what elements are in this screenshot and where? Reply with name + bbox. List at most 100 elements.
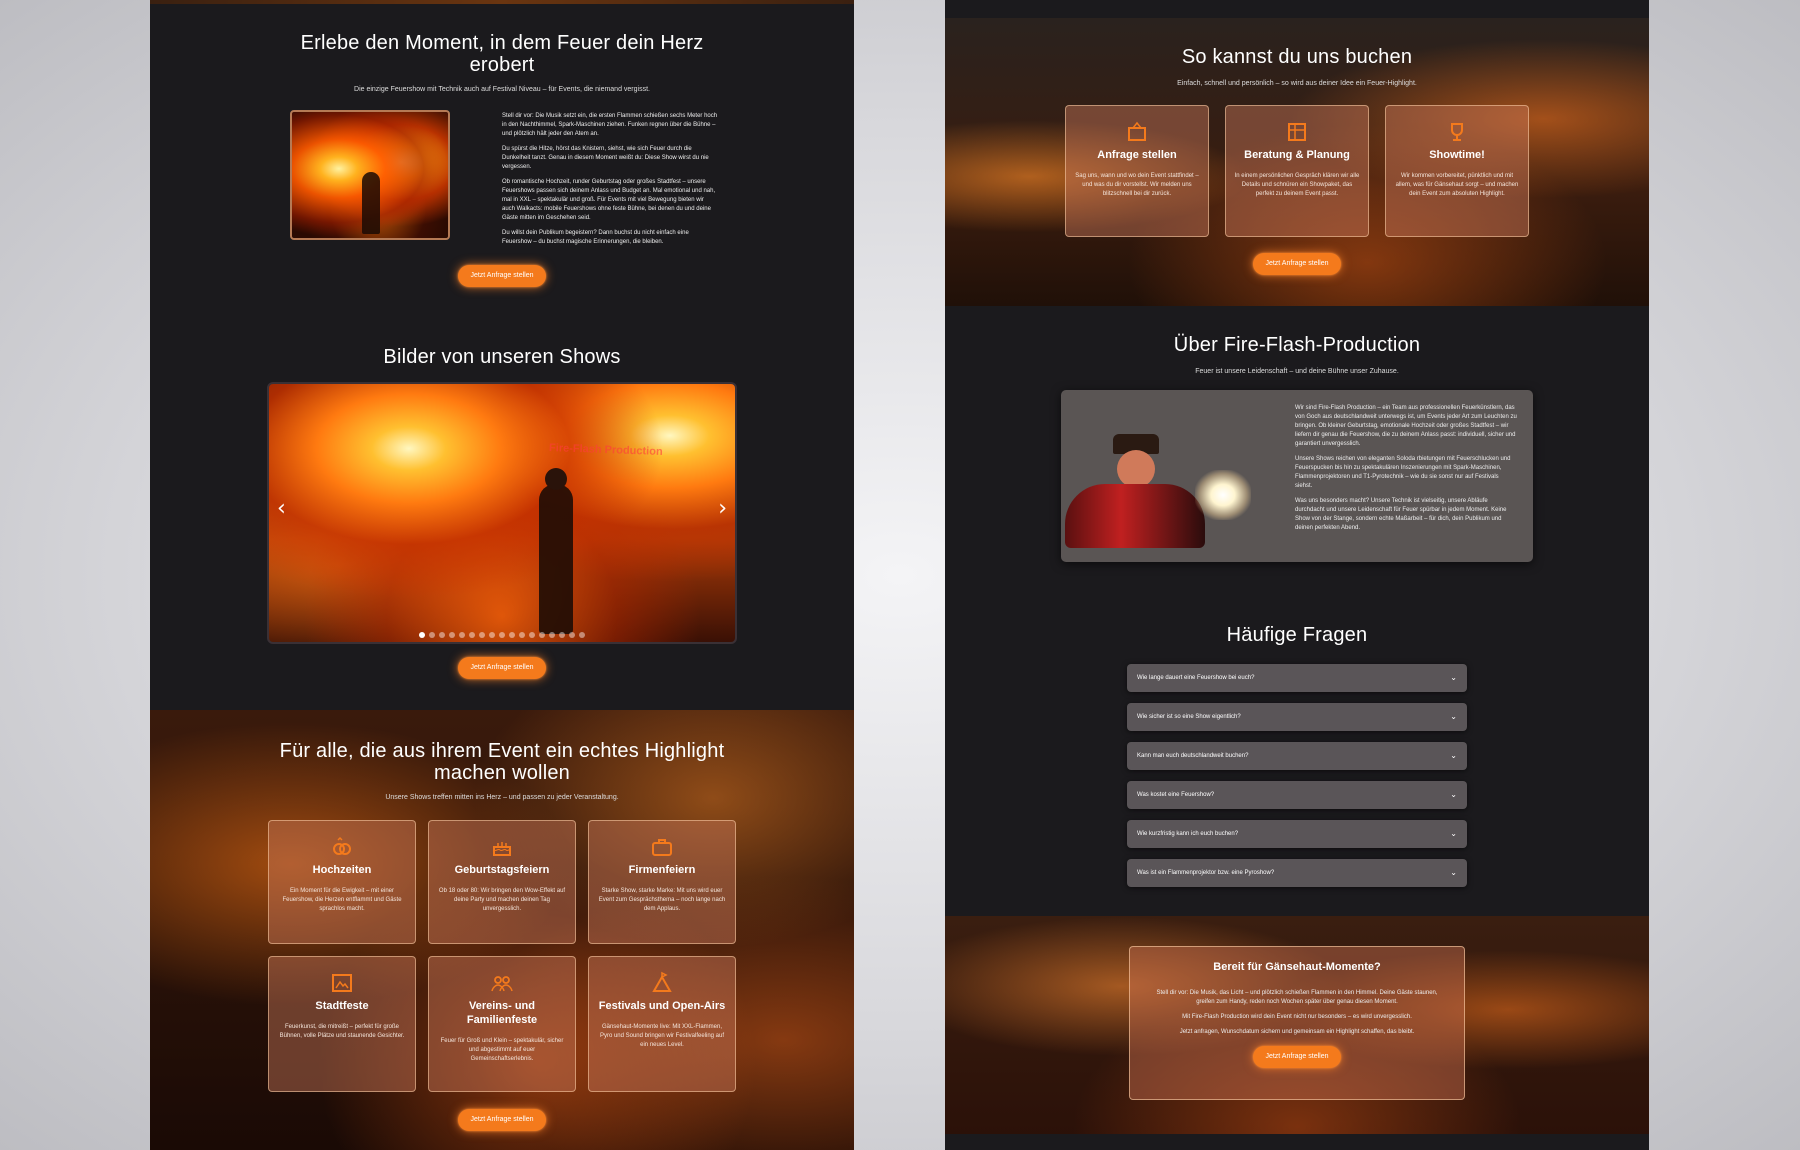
cta-request-button[interactable]: Jetzt Anfrage stellen [1253, 1046, 1341, 1068]
cta-title: Bereit für Gänsehaut-Momente? [1213, 961, 1381, 973]
event-card-open-air[interactable]: Festivals und Open-Airs Gänsehaut-Moment… [588, 956, 736, 1092]
right-page-preview: So kannst du uns buchen Einfach, schnell… [945, 0, 1649, 1150]
hero-request-button[interactable]: Jetzt Anfrage stellen [458, 265, 546, 287]
carousel-dot[interactable] [559, 632, 565, 638]
performer-face [1117, 450, 1155, 488]
about-card: Wir sind Fire-Flash Production – ein Tea… [1061, 390, 1533, 562]
event-card-desc: Feuer für Groß und Klein – spektakulär, … [440, 1038, 564, 1062]
hero-fire-image [290, 110, 450, 240]
faq-item[interactable]: Was ist ein Flammenprojektor bzw. eine P… [1127, 859, 1467, 887]
gallery-title: Bilder von unseren Shows [383, 346, 621, 368]
faq-question: Wie sicher ist so eine Show eigentlich? [1137, 714, 1241, 720]
faq-item[interactable]: Kann man euch deutschlandweit buchen? ⌄ [1127, 742, 1467, 770]
booking-card-request[interactable]: Anfrage stellen Sag uns, wann und wo dei… [1065, 105, 1209, 237]
faq-title: Häufige Fragen [1226, 624, 1368, 646]
faq-item[interactable]: Wie kurzfristig kann ich euch buchen? ⌄ [1127, 820, 1467, 848]
chevron-down-icon: ⌄ [1450, 790, 1457, 799]
event-card-weddings[interactable]: Hochzeiten Ein Moment für die Ewigkeit –… [268, 820, 416, 944]
city-icon [332, 974, 352, 992]
faq-item[interactable]: Was kostet eine Feuershow? ⌄ [1127, 781, 1467, 809]
booking-card-title: Anfrage stellen [1097, 149, 1177, 161]
carousel-dot[interactable] [509, 632, 515, 638]
performer-flame [1195, 470, 1251, 520]
left-page-preview: Erlebe den Moment, in dem Feuer dein Her… [150, 0, 854, 1150]
faq-item[interactable]: Wie lange dauert eine Feuershow bei euch… [1127, 664, 1467, 692]
events-subtitle: Unsere Shows treffen mitten ins Herz – u… [385, 794, 619, 801]
carousel-dot[interactable] [469, 632, 475, 638]
cta-section: Bereit für Gänsehaut-Momente? Stell dir … [945, 916, 1649, 1150]
carousel-next-button[interactable]: › [718, 496, 727, 521]
carousel-dot[interactable] [579, 632, 585, 638]
booking-card-consulting[interactable]: Beratung & Planung In einem persönlichen… [1225, 105, 1369, 237]
carousel-dot[interactable] [449, 632, 455, 638]
carousel-dot[interactable] [429, 632, 435, 638]
carousel-watermark: Fire-Flash Production [548, 442, 663, 458]
request-icon [1128, 121, 1146, 141]
chevron-down-icon: ⌄ [1450, 868, 1457, 877]
booking-subtitle: Einfach, schnell und persönlich – so wir… [1177, 80, 1417, 87]
carousel-dot[interactable] [459, 632, 465, 638]
cake-icon [493, 842, 511, 856]
booking-card-desc: In einem persönlichen Gespräch klären wi… [1234, 173, 1360, 197]
festival-icon [652, 971, 672, 992]
hero-paragraph-1: Stell dir vor: Die Musik setzt ein, die … [502, 113, 718, 137]
hero-title: Erlebe den Moment, in dem Feuer dein Her… [300, 32, 704, 76]
chevron-down-icon: ⌄ [1450, 751, 1457, 760]
cta-paragraph-2: Mit Fire-Flash Production wird dein Even… [1182, 1014, 1412, 1020]
booking-card-showtime[interactable]: Showtime! Wir kommen vorbereitet, pünktl… [1385, 105, 1529, 237]
booking-card-desc: Wir kommen vorbereitet, pünktlich und mi… [1395, 173, 1519, 197]
people-icon [491, 976, 513, 992]
carousel-prev-button[interactable]: ‹ [277, 496, 286, 521]
carousel-dot[interactable] [489, 632, 495, 638]
gallery-request-button[interactable]: Jetzt Anfrage stellen [458, 657, 546, 679]
carousel-dot[interactable] [499, 632, 505, 638]
planning-icon [1288, 123, 1306, 141]
briefcase-icon [652, 839, 672, 856]
event-card-city-festivals[interactable]: Stadtfeste Feuerkunst, die mitreißt – pe… [268, 956, 416, 1092]
carousel-performer-head [545, 468, 567, 490]
events-title: Für alle, die aus ihrem Event ein echtes… [279, 740, 725, 784]
hero-paragraph-2: Du spürst die Hitze, hörst das Knistern,… [502, 146, 709, 170]
about-paragraph-3: Was uns besonders macht? Unsere Technik … [1295, 498, 1507, 531]
booking-title: So kannst du uns buchen [1181, 46, 1413, 68]
performer-body [1065, 484, 1205, 548]
carousel-dot[interactable] [479, 632, 485, 638]
event-card-company[interactable]: Firmenfeiern Starke Show, starke Marke: … [588, 820, 736, 944]
hero-section: Erlebe den Moment, in dem Feuer dein Her… [150, 0, 854, 320]
event-card-birthdays[interactable]: Geburtstagsfeiern Ob 18 oder 80: Wir bri… [428, 820, 576, 944]
carousel-dot[interactable] [549, 632, 555, 638]
carousel-dot[interactable] [539, 632, 545, 638]
hero-subtitle: Die einzige Feuershow mit Technik auch a… [354, 86, 650, 93]
faq-question: Was kostet eine Feuershow? [1137, 792, 1215, 798]
carousel-dot[interactable] [439, 632, 445, 638]
carousel-dot[interactable] [519, 632, 525, 638]
cta-paragraph-1: Stell dir vor: Die Musik, das Licht – un… [1156, 990, 1438, 1005]
events-request-button[interactable]: Jetzt Anfrage stellen [458, 1109, 546, 1131]
hero-text-block: Stell dir vor: Die Musik setzt ein, die … [502, 112, 718, 253]
about-paragraph-1: Wir sind Fire-Flash Production – ein Tea… [1295, 405, 1517, 447]
faq-item[interactable]: Wie sicher ist so eine Show eigentlich? … [1127, 703, 1467, 731]
booking-card-title: Showtime! [1429, 149, 1485, 161]
event-card-title: Vereins- und Familienfeste [466, 1000, 538, 1026]
event-card-title: Hochzeiten [312, 864, 372, 876]
booking-card-desc: Sag uns, wann und wo dein Event stattfin… [1075, 173, 1199, 197]
event-card-desc: Ob 18 oder 80: Wir bringen den Wow-Effek… [438, 888, 566, 912]
event-card-desc: Starke Show, starke Marke: Mit uns wird … [598, 888, 726, 912]
event-card-club-family[interactable]: Vereins- und Familienfeste Feuer für Gro… [428, 956, 576, 1092]
booking-request-button[interactable]: Jetzt Anfrage stellen [1253, 253, 1341, 275]
carousel-dot[interactable] [529, 632, 535, 638]
carousel-dot[interactable] [569, 632, 575, 638]
chevron-down-icon: ⌄ [1450, 712, 1457, 721]
about-paragraph-2: Unsere Shows reichen von eleganten Solod… [1295, 456, 1511, 489]
performer-silhouette [362, 172, 380, 234]
event-card-title: Geburtstagsfeiern [454, 864, 550, 876]
hero-paragraph-4: Du willst dein Publikum begeistern? Dann… [502, 230, 689, 245]
about-text-block: Wir sind Fire-Flash Production – ein Tea… [1295, 404, 1517, 539]
about-performer-image [1045, 400, 1275, 560]
faq-question: Wie lange dauert eine Feuershow bei euch… [1137, 675, 1255, 681]
gallery-section: Bilder von unseren Shows Fire-Flash Prod… [150, 320, 854, 710]
rings-icon [333, 836, 351, 855]
about-section: Über Fire-Flash-Production Feuer ist uns… [945, 306, 1649, 576]
carousel-dot[interactable] [419, 632, 425, 638]
faq-question: Kann man euch deutschlandweit buchen? [1137, 753, 1249, 759]
